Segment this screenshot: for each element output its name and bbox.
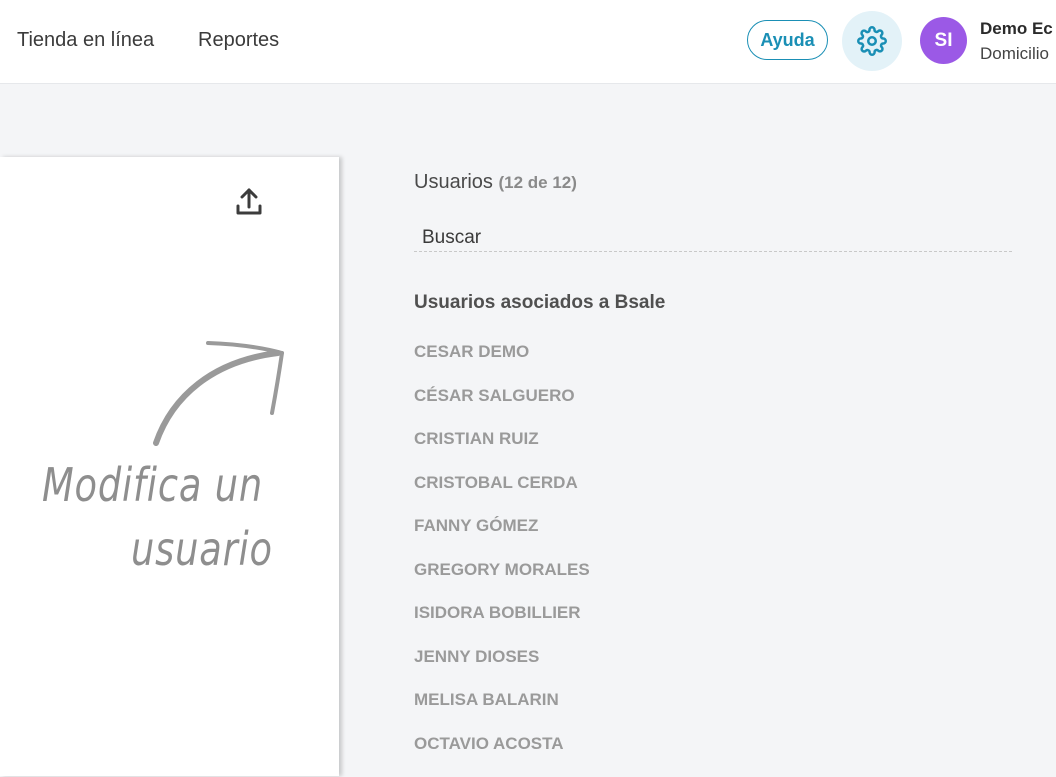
avatar[interactable]: SI [920, 17, 967, 64]
search-input[interactable] [414, 224, 1012, 252]
user-name[interactable]: Demo Ec [980, 19, 1053, 39]
arrow-icon [150, 335, 290, 450]
user-list-item[interactable]: FANNY GÓMEZ [414, 516, 590, 560]
users-title: Usuarios [414, 171, 493, 193]
user-list-item[interactable]: ISIDORA BOBILLIER [414, 603, 590, 647]
nav-reportes[interactable]: Reportes [198, 29, 279, 52]
nav-tienda-en-linea[interactable]: Tienda en línea [17, 29, 154, 52]
hint-text: Modifica un [42, 458, 263, 512]
users-header: Usuarios (12 de 12) [414, 171, 577, 194]
user-list-item[interactable]: OCTAVIO ACOSTA [414, 734, 590, 777]
group-title: Usuarios asociados a Bsale [414, 292, 665, 314]
settings-button[interactable] [842, 11, 902, 71]
user-branch[interactable]: Domicilio [980, 44, 1049, 64]
help-button[interactable]: Ayuda [747, 20, 828, 60]
user-list-item[interactable]: CRISTOBAL CERDA [414, 473, 590, 517]
user-list-item[interactable]: CRISTIAN RUIZ [414, 429, 590, 473]
user-list: CESAR DEMO CÉSAR SALGUERO CRISTIAN RUIZ … [414, 342, 590, 777]
users-count: (12 de 12) [498, 173, 576, 192]
upload-icon[interactable] [235, 187, 263, 217]
hint-text-line2: usuario [131, 522, 273, 576]
user-list-item[interactable]: MELISA BALARIN [414, 690, 590, 734]
top-bar: Tienda en línea Reportes Ayuda SI Demo E… [0, 0, 1056, 84]
gear-icon [857, 26, 887, 56]
user-list-item[interactable]: GREGORY MORALES [414, 560, 590, 604]
user-list-item[interactable]: CESAR DEMO [414, 342, 590, 386]
user-list-item[interactable]: JENNY DIOSES [414, 647, 590, 691]
user-list-item[interactable]: CÉSAR SALGUERO [414, 386, 590, 430]
